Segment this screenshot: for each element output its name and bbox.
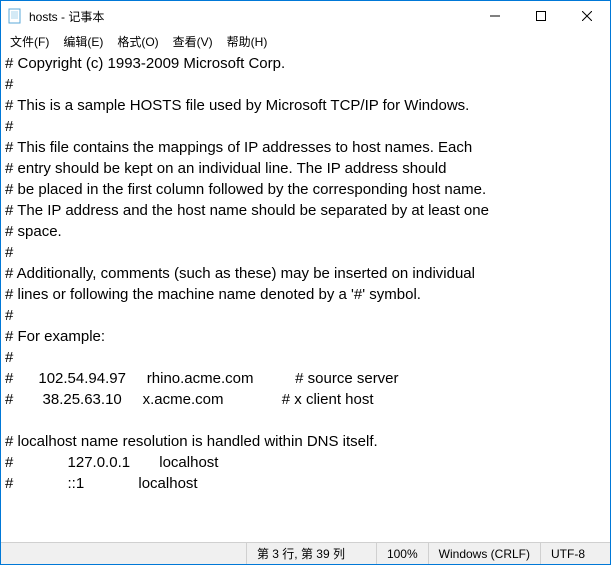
notepad-icon (7, 8, 23, 24)
close-button[interactable] (564, 1, 610, 31)
text-editor[interactable]: # Copyright (c) 1993-2009 Microsoft Corp… (1, 51, 610, 542)
status-line-ending: Windows (CRLF) (428, 543, 540, 564)
menu-view[interactable]: 查看(V) (166, 32, 220, 51)
status-encoding: UTF-8 (540, 543, 610, 564)
status-zoom: 100% (376, 543, 428, 564)
menu-file[interactable]: 文件(F) (3, 32, 56, 51)
titlebar: hosts - 记事本 (1, 1, 610, 31)
window-title: hosts - 记事本 (29, 8, 104, 25)
menu-edit[interactable]: 编辑(E) (56, 32, 110, 51)
menu-format[interactable]: 格式(O) (110, 32, 165, 51)
window-controls (472, 1, 610, 31)
maximize-button[interactable] (518, 1, 564, 31)
menubar: 文件(F) 编辑(E) 格式(O) 查看(V) 帮助(H) (1, 31, 610, 51)
statusbar: 第 3 行, 第 39 列 100% Windows (CRLF) UTF-8 (1, 542, 610, 564)
menu-help[interactable]: 帮助(H) (220, 32, 275, 51)
minimize-button[interactable] (472, 1, 518, 31)
status-cursor-position: 第 3 行, 第 39 列 (246, 543, 376, 564)
